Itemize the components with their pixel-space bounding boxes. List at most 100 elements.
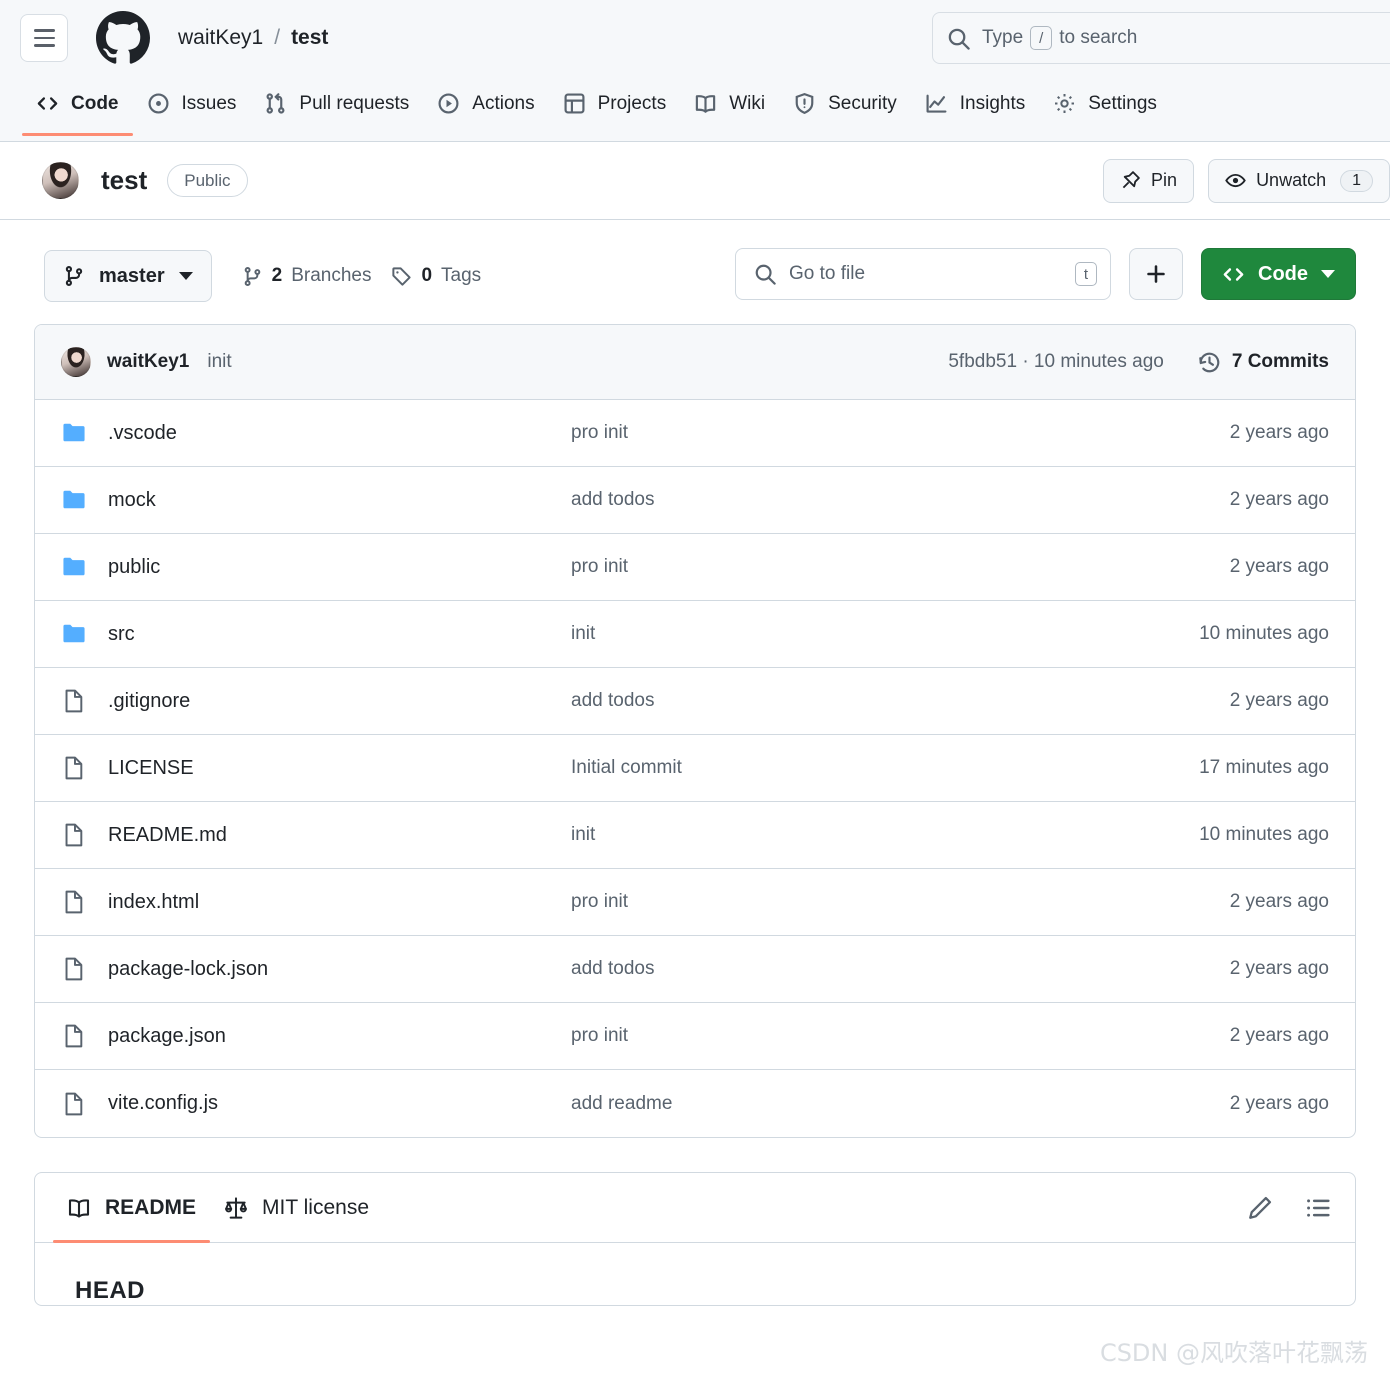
file-age: 10 minutes ago bbox=[1199, 623, 1329, 644]
tab-code[interactable]: Code bbox=[22, 76, 133, 136]
file-name[interactable]: README.md bbox=[108, 824, 227, 847]
commit-message[interactable]: init bbox=[207, 351, 231, 373]
app-header: waitKey1 / test Type / to search bbox=[0, 0, 1390, 76]
main-content: master 2 Branches 0 Tags Go to file t Co… bbox=[0, 220, 1390, 1306]
file-commit-message[interactable]: add readme bbox=[571, 1093, 1129, 1115]
table-row[interactable]: LICENSE Initial commit 17 minutes ago bbox=[35, 735, 1355, 802]
search-input[interactable]: Type / to search bbox=[932, 12, 1390, 64]
file-table: waitKey1 init 5fbdb51 · 10 minutes ago 7… bbox=[34, 324, 1356, 1138]
branches-count: 2 bbox=[271, 265, 283, 286]
file-commit-message[interactable]: pro init bbox=[571, 556, 1129, 578]
eye-icon bbox=[1225, 173, 1246, 188]
breadcrumb-repo[interactable]: test bbox=[291, 26, 328, 50]
table-row[interactable]: public pro init 2 years ago bbox=[35, 534, 1355, 601]
list-unordered-icon[interactable] bbox=[1305, 1195, 1331, 1221]
tab-actions[interactable]: Actions bbox=[423, 76, 548, 130]
tab-issues[interactable]: Issues bbox=[133, 76, 251, 130]
branch-selector[interactable]: master bbox=[44, 250, 212, 302]
hamburger-icon[interactable] bbox=[20, 14, 68, 62]
table-row[interactable]: .gitignore add todos 2 years ago bbox=[35, 668, 1355, 735]
unwatch-button[interactable]: Unwatch 1 bbox=[1208, 158, 1390, 203]
git-branch-icon bbox=[244, 266, 260, 286]
readme-heading: HEAD bbox=[75, 1277, 146, 1304]
file-name[interactable]: vite.config.js bbox=[108, 1092, 218, 1115]
book-icon bbox=[68, 1198, 90, 1218]
folder-icon bbox=[63, 423, 85, 442]
tab-security[interactable]: Security bbox=[779, 76, 911, 130]
breadcrumb-owner[interactable]: waitKey1 bbox=[178, 26, 263, 50]
tab-settings[interactable]: Settings bbox=[1039, 76, 1171, 130]
table-row[interactable]: package.json pro init 2 years ago bbox=[35, 1003, 1355, 1070]
github-logo-icon[interactable] bbox=[96, 11, 150, 65]
tab-license[interactable]: MIT license bbox=[210, 1173, 383, 1242]
hamburger-bar bbox=[33, 36, 55, 40]
file-name[interactable]: .vscode bbox=[108, 422, 177, 445]
pin-button-label: Pin bbox=[1151, 170, 1178, 190]
file-commit-message[interactable]: init bbox=[571, 824, 1129, 846]
git-branch-icon bbox=[65, 266, 83, 286]
file-commit-message[interactable]: Initial commit bbox=[571, 757, 1129, 779]
file-name-cell: public bbox=[61, 554, 571, 580]
add-file-button[interactable] bbox=[1129, 248, 1183, 300]
page-title[interactable]: test bbox=[101, 165, 147, 196]
file-name-cell: src bbox=[61, 621, 571, 647]
branches-link[interactable]: 2 Branches bbox=[242, 265, 371, 287]
table-row[interactable]: index.html pro init 2 years ago bbox=[35, 869, 1355, 936]
table-row[interactable]: src init 10 minutes ago bbox=[35, 601, 1355, 668]
readme-actions bbox=[1247, 1195, 1331, 1221]
file-icon bbox=[65, 957, 83, 981]
tab-readme[interactable]: README bbox=[53, 1173, 211, 1243]
file-name[interactable]: index.html bbox=[108, 891, 199, 914]
tab-wiki[interactable]: Wiki bbox=[680, 76, 779, 130]
file-commit-message[interactable]: init bbox=[571, 623, 1129, 645]
file-commit-message[interactable]: add todos bbox=[571, 690, 1129, 712]
file-name[interactable]: package-lock.json bbox=[108, 958, 268, 981]
file-name[interactable]: .gitignore bbox=[108, 690, 190, 713]
history-icon bbox=[1199, 352, 1220, 372]
tab-projects-label: Projects bbox=[597, 92, 667, 114]
tab-wiki-label: Wiki bbox=[729, 92, 766, 114]
repo-nav-tabs: Code Issues Pull requests Actions Projec… bbox=[0, 76, 1390, 142]
file-name-cell: mock bbox=[61, 487, 571, 513]
code-button[interactable]: Code bbox=[1201, 248, 1356, 300]
file-commit-message[interactable]: add todos bbox=[571, 958, 1129, 980]
file-name[interactable]: mock bbox=[108, 489, 156, 512]
pin-button[interactable]: Pin bbox=[1103, 158, 1195, 203]
file-age: 2 years ago bbox=[1229, 556, 1329, 577]
tab-projects[interactable]: Projects bbox=[549, 76, 681, 130]
law-icon bbox=[225, 1196, 247, 1219]
tags-count: 0 bbox=[421, 265, 433, 286]
commits-count-link[interactable]: 7 Commits bbox=[1198, 351, 1329, 374]
pencil-icon[interactable] bbox=[1247, 1195, 1273, 1221]
table-row[interactable]: mock add todos 2 years ago bbox=[35, 467, 1355, 534]
table-icon bbox=[564, 93, 585, 113]
go-to-file-placeholder: Go to file bbox=[789, 263, 866, 284]
file-name-cell: LICENSE bbox=[61, 755, 571, 781]
table-row[interactable]: README.md init 10 minutes ago bbox=[35, 802, 1355, 869]
hamburger-bar bbox=[33, 29, 55, 32]
file-icon bbox=[65, 1092, 83, 1115]
avatar bbox=[42, 162, 79, 199]
table-row[interactable]: .vscode pro init 2 years ago bbox=[35, 400, 1355, 467]
pin-icon bbox=[1122, 171, 1140, 189]
file-name[interactable]: package.json bbox=[108, 1025, 226, 1048]
file-name[interactable]: src bbox=[108, 623, 135, 646]
file-age: 2 years ago bbox=[1229, 891, 1329, 912]
file-name[interactable]: public bbox=[108, 556, 160, 579]
file-commit-message[interactable]: pro init bbox=[571, 1025, 1129, 1047]
file-commit-message[interactable]: add todos bbox=[571, 489, 1129, 511]
tab-insights[interactable]: Insights bbox=[911, 76, 1039, 130]
table-row[interactable]: vite.config.js add readme 2 years ago bbox=[35, 1070, 1355, 1137]
chevron-down-icon bbox=[178, 272, 193, 280]
code-button-label: Code bbox=[1258, 262, 1308, 285]
tab-pull-requests[interactable]: Pull requests bbox=[250, 76, 423, 130]
commit-author[interactable]: waitKey1 bbox=[107, 351, 189, 373]
file-name[interactable]: LICENSE bbox=[108, 757, 194, 780]
tags-link[interactable]: 0 Tags bbox=[391, 265, 481, 287]
file-commit-message[interactable]: pro init bbox=[571, 422, 1129, 444]
table-row[interactable]: package-lock.json add todos 2 years ago bbox=[35, 936, 1355, 1003]
issue-opened-icon bbox=[148, 93, 168, 113]
commit-hash-and-time[interactable]: 5fbdb51 · 10 minutes ago bbox=[948, 351, 1164, 373]
file-commit-message[interactable]: pro init bbox=[571, 891, 1129, 913]
go-to-file-input[interactable]: Go to file t bbox=[735, 248, 1111, 300]
